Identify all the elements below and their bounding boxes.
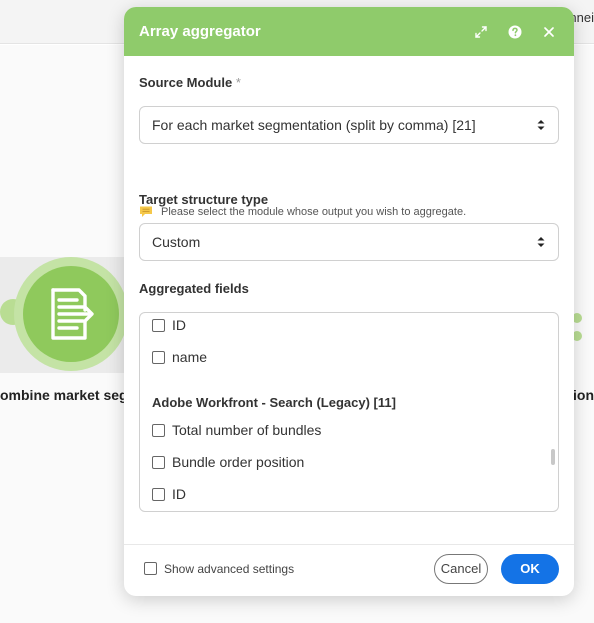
field-item-name[interactable]: name xyxy=(152,349,207,365)
ok-button[interactable]: OK xyxy=(501,553,559,584)
field-item-label: Bundle order position xyxy=(172,454,305,470)
source-module-label-text: Source Module xyxy=(139,75,233,90)
field-item-bundle-position[interactable]: Bundle order position xyxy=(152,454,304,470)
right-connector xyxy=(572,310,594,346)
dialog-title: Array aggregator xyxy=(139,23,261,40)
field-item-label: ID xyxy=(172,486,186,502)
aggregated-fields-list[interactable]: ID name Adobe Workfront - Search (Legacy… xyxy=(139,312,559,512)
advanced-settings-label: Show advanced settings xyxy=(164,561,295,576)
fields-scrollbar[interactable] xyxy=(551,449,555,465)
array-aggregator-module[interactable] xyxy=(14,257,128,371)
array-aggregator-dialog: Array aggregator Source Module * For eac… xyxy=(124,7,574,596)
checkbox[interactable] xyxy=(152,423,165,437)
right-module-label: ion xyxy=(573,387,594,403)
target-structure-value: Custom xyxy=(152,234,201,250)
field-item-id[interactable]: ID xyxy=(152,317,186,333)
dialog-header: Array aggregator xyxy=(124,7,574,56)
aggregated-fields-label-text: Aggregated fields xyxy=(139,281,249,296)
dialog-footer: Show advanced settings Cancel OK xyxy=(124,544,574,596)
field-item-label: Total number of bundles xyxy=(172,422,322,438)
dialog-body: Source Module * For each market segmenta… xyxy=(124,56,574,544)
checkbox[interactable] xyxy=(152,487,165,501)
target-structure-label-text: Target structure type xyxy=(139,192,269,207)
advanced-settings-toggle[interactable]: Show advanced settings xyxy=(144,562,434,576)
source-module-select[interactable]: For each market segmentation (split by c… xyxy=(139,106,559,144)
select-arrows-icon xyxy=(537,120,545,130)
select-arrows-icon xyxy=(537,237,545,247)
source-module-value: For each market segmentation (split by c… xyxy=(152,117,476,133)
module-label: ombine market segm xyxy=(0,387,140,403)
field-item-group-id[interactable]: ID xyxy=(152,486,186,502)
aggregator-icon xyxy=(23,266,119,362)
fields-group-title: Adobe Workfront - Search (Legacy) [11] xyxy=(152,395,396,410)
aggregated-fields-label: Aggregated fields xyxy=(139,281,249,296)
required-mark: * xyxy=(235,75,241,90)
checkbox[interactable] xyxy=(152,350,165,364)
target-structure-select[interactable]: Custom xyxy=(139,223,559,261)
checkbox[interactable] xyxy=(152,318,165,332)
field-item-label: name xyxy=(172,349,208,365)
field-item-label: ID xyxy=(172,317,186,333)
source-module-label: Source Module * xyxy=(139,75,241,90)
advanced-settings-checkbox[interactable] xyxy=(144,562,157,575)
cancel-button[interactable]: Cancel xyxy=(434,553,488,584)
help-icon[interactable] xyxy=(505,22,525,42)
field-item-total-bundles[interactable]: Total number of bundles xyxy=(152,422,321,438)
checkbox[interactable] xyxy=(152,455,165,469)
target-structure-label: Target structure type xyxy=(139,192,268,207)
hint-text: Please select the module whose output yo… xyxy=(161,205,467,218)
expand-icon[interactable] xyxy=(471,22,491,42)
close-icon[interactable] xyxy=(539,22,559,42)
